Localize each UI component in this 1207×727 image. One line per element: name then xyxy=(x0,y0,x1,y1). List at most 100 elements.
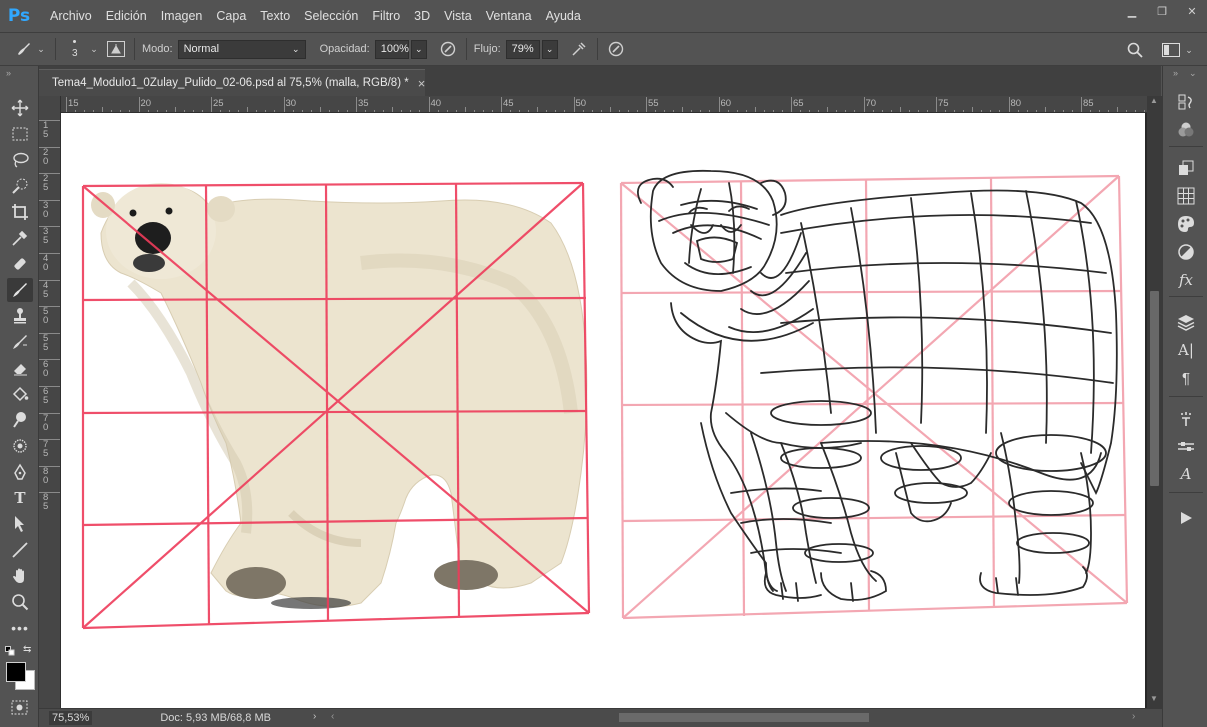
default-colors-icon[interactable] xyxy=(5,645,15,656)
crop-tool-icon[interactable] xyxy=(7,200,33,224)
search-icon[interactable] xyxy=(1124,39,1146,61)
workspace-chevron-icon[interactable]: ⌄ xyxy=(1182,39,1196,61)
scroll-up-icon[interactable]: ▲ xyxy=(1150,96,1158,105)
libraries-panel-icon[interactable] xyxy=(1173,156,1199,180)
quick-selection-tool-icon[interactable] xyxy=(7,174,33,198)
layers-panel-icon[interactable] xyxy=(1173,310,1199,334)
paragraph-panel-icon[interactable]: ¶ xyxy=(1173,366,1199,390)
character-panel-icon[interactable]: A| xyxy=(1173,338,1199,362)
more-tools-icon[interactable]: ••• xyxy=(7,616,33,640)
ruler-left-label: 5 0 xyxy=(43,306,51,327)
brush-picker-chevron-icon[interactable]: ⌄ xyxy=(87,38,101,60)
zoom-level[interactable]: 75,53% xyxy=(49,711,93,725)
color-panel-icon[interactable] xyxy=(1173,118,1199,142)
clone-stamp-tool-icon[interactable] xyxy=(7,304,33,328)
pressure-size-icon[interactable] xyxy=(605,38,627,60)
menu-edicion[interactable]: Edición xyxy=(106,9,158,23)
document-tab-close-icon[interactable]: × xyxy=(418,76,426,91)
scroll-left-icon[interactable]: ‹ xyxy=(331,711,334,722)
menu-archivo[interactable]: Archivo xyxy=(50,9,103,23)
type-tool-icon[interactable]: T xyxy=(7,486,33,510)
menu-ayuda[interactable]: Ayuda xyxy=(546,9,592,23)
workspace-icon[interactable] xyxy=(1160,39,1182,61)
airbrush-icon[interactable] xyxy=(568,38,590,60)
healing-brush-tool-icon[interactable] xyxy=(7,252,33,276)
status-menu-chevron-icon[interactable]: › xyxy=(313,711,316,722)
brush-tool-icon[interactable] xyxy=(7,278,33,302)
styles-fx-panel-icon[interactable]: fx xyxy=(1173,268,1199,292)
tool-presets-panel-icon[interactable] xyxy=(1173,434,1199,458)
restore-button[interactable]: ❐ xyxy=(1147,0,1177,22)
separator xyxy=(134,38,135,60)
blur-tool-icon[interactable] xyxy=(7,434,33,458)
brush-tool-preset-icon[interactable] xyxy=(12,38,34,60)
opacity-input[interactable]: 100% xyxy=(374,39,409,59)
zoom-tool-icon[interactable] xyxy=(7,590,33,614)
menu-vista[interactable]: Vista xyxy=(444,9,483,23)
scroll-right-icon[interactable]: › xyxy=(1132,711,1135,722)
ruler-top-label: 25 xyxy=(213,98,224,109)
history-panel-icon[interactable] xyxy=(1173,90,1199,114)
horizontal-scroll-thumb[interactable] xyxy=(619,713,869,722)
foreground-color-swatch[interactable] xyxy=(6,662,26,682)
eraser-tool-icon[interactable] xyxy=(7,356,33,380)
paint-bucket-tool-icon[interactable] xyxy=(7,382,33,406)
menu-bar: Ps Archivo Edición Imagen Capa Texto Sel… xyxy=(0,0,1207,32)
history-brush-tool-icon[interactable] xyxy=(7,330,33,354)
collapse-toolbar-icon[interactable]: » xyxy=(6,68,11,78)
flow-input[interactable]: 79% xyxy=(505,39,540,59)
brush-panel-toggle-icon[interactable] xyxy=(105,38,127,60)
lasso-tool-icon[interactable] xyxy=(7,148,33,172)
collapse-dock-icon[interactable]: » xyxy=(1173,68,1178,78)
eyedropper-tool-icon[interactable] xyxy=(7,226,33,250)
adjustments-panel-icon[interactable] xyxy=(1173,240,1199,264)
dock-menu-icon[interactable]: ⌄ xyxy=(1189,68,1197,79)
document-tab-bar: » Tema4_Modulo1_0Zulay_Pulido_02-06.psd … xyxy=(39,66,1161,96)
horizontal-ruler[interactable]: 15 20 25 30 35 40 45 50 55 60 65 70 75 80 85 xyxy=(61,96,1147,113)
hand-tool-icon[interactable] xyxy=(7,564,33,588)
panel-separator xyxy=(1169,396,1203,397)
scroll-down-icon[interactable]: ▼ xyxy=(1150,694,1158,703)
ruler-left-label: 2 5 xyxy=(43,173,51,194)
menu-3d[interactable]: 3D xyxy=(414,9,441,23)
marquee-tool-icon[interactable] xyxy=(7,122,33,146)
move-tool-icon[interactable] xyxy=(7,96,33,120)
document-canvas[interactable] xyxy=(61,113,1147,708)
quick-mask-icon[interactable] xyxy=(11,700,29,716)
swatches-panel-icon[interactable] xyxy=(1173,184,1199,208)
palette-panel-icon[interactable] xyxy=(1173,212,1199,236)
menu-seleccion[interactable]: Selección xyxy=(304,9,369,23)
menu-capa[interactable]: Capa xyxy=(216,9,257,23)
swap-colors-icon[interactable]: ⇆ xyxy=(23,644,31,655)
flow-chevron-icon[interactable]: ⌄ xyxy=(541,39,558,59)
tool-preset-chevron-icon[interactable]: ⌄ xyxy=(34,38,48,60)
ruler-top-label: 15 xyxy=(68,98,79,109)
pressure-opacity-icon[interactable] xyxy=(437,38,459,60)
panel-separator xyxy=(1169,296,1203,297)
path-selection-tool-icon[interactable] xyxy=(7,512,33,536)
actions-play-panel-icon[interactable] xyxy=(1173,506,1199,530)
menu-ventana[interactable]: Ventana xyxy=(486,9,543,23)
mode-select[interactable]: Normal ⌄ xyxy=(177,39,306,59)
minimize-button[interactable]: ▁ xyxy=(1117,0,1147,22)
pen-tool-icon[interactable] xyxy=(7,460,33,484)
ruler-tick xyxy=(39,439,60,441)
dodge-tool-icon[interactable] xyxy=(7,408,33,432)
opacity-chevron-icon[interactable]: ⌄ xyxy=(410,39,427,59)
vertical-scroll-thumb[interactable] xyxy=(1150,291,1159,486)
vertical-scrollbar[interactable]: ▲ ▼ xyxy=(1147,96,1162,708)
ruler-tick xyxy=(1008,97,1010,112)
vertical-ruler[interactable]: 1 5 2 0 2 5 3 0 3 5 4 0 4 5 5 0 5 5 6 0 6 5 7 0 7 5 8… xyxy=(39,96,61,708)
close-button[interactable]: ✕ xyxy=(1177,0,1207,22)
glyphs-panel-icon[interactable]: A xyxy=(1173,462,1199,486)
ruler-tick xyxy=(646,97,647,112)
document-tab[interactable]: Tema4_Modulo1_0Zulay_Pulido_02-06.psd al… xyxy=(39,69,425,96)
ruler-left-label: 3 0 xyxy=(43,199,51,220)
document-artboard[interactable] xyxy=(61,113,1145,708)
brush-settings-panel-icon[interactable] xyxy=(1173,406,1199,430)
menu-texto[interactable]: Texto xyxy=(260,9,301,23)
menu-filtro[interactable]: Filtro xyxy=(372,9,411,23)
brush-size-picker[interactable]: 3 xyxy=(63,36,87,62)
line-tool-icon[interactable] xyxy=(7,538,33,562)
menu-imagen[interactable]: Imagen xyxy=(161,9,214,23)
